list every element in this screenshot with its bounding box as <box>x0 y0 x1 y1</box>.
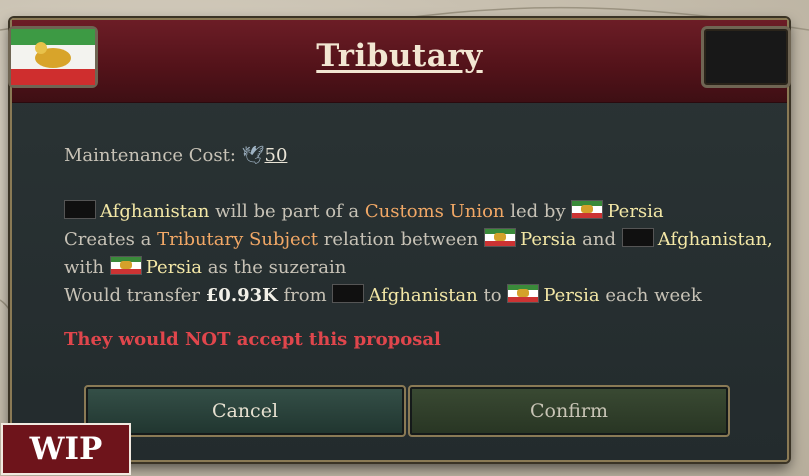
refusal-warning: They would NOT accept this proposal <box>64 329 441 350</box>
customs-union-line: Afghanistan will be part of a Customs Un… <box>64 198 747 226</box>
suzerain-line: with Persia as the suzerain <box>64 254 747 282</box>
afghanistan-flag-icon <box>332 284 365 303</box>
text: from <box>283 285 327 306</box>
text: each week <box>605 285 702 306</box>
dove-icon: 🕊 <box>241 145 265 166</box>
country-persia[interactable]: Persia <box>607 201 663 222</box>
text: Would transfer <box>64 285 201 306</box>
country-afghanistan[interactable]: Afghanistan <box>368 285 477 306</box>
persia-flag-icon <box>507 284 540 303</box>
country-persia[interactable]: Persia <box>146 257 202 278</box>
currency-icon: £ <box>205 285 219 306</box>
country-persia[interactable]: Persia <box>520 229 576 250</box>
relation-line: Creates a Tributary Subject relation bet… <box>64 226 773 254</box>
afghanistan-flag-icon <box>64 200 96 219</box>
dialog-body: Maintenance Cost: 🕊50 Afghanistan will b… <box>64 142 773 354</box>
text: led by <box>510 201 566 222</box>
country-afghanistan[interactable]: Afghanistan <box>100 201 209 222</box>
maintenance-label: Maintenance Cost: <box>64 145 236 166</box>
text: to <box>483 285 502 306</box>
cancel-button[interactable]: Cancel <box>84 385 406 437</box>
text: will be part of a <box>215 201 360 222</box>
confirm-button[interactable]: Confirm <box>408 385 730 437</box>
text: as the suzerain <box>207 257 347 278</box>
wip-badge: WIP <box>1 423 131 475</box>
text: and <box>582 229 616 250</box>
dialog-title: Tributary <box>316 38 483 74</box>
persia-flag-icon <box>8 26 98 88</box>
customs-union-link[interactable]: Customs Union <box>365 201 505 222</box>
text: with <box>64 257 104 278</box>
tributary-dialog: Tributary Maintenance Cost: 🕊50 Afghanis… <box>8 18 791 462</box>
dialog-header: Tributary <box>12 20 787 103</box>
maintenance-value[interactable]: 50 <box>265 145 288 166</box>
afghanistan-flag-icon <box>701 26 791 88</box>
country-afghanistan[interactable]: Afghanistan, <box>658 229 773 250</box>
persia-flag-icon <box>109 256 142 275</box>
tributary-subject-link[interactable]: Tributary Subject <box>157 229 318 250</box>
persia-flag-icon <box>571 200 604 219</box>
text: Creates a <box>64 229 152 250</box>
transfer-line: Would transfer £0.93K from Afghanistan t… <box>64 282 747 310</box>
transfer-amount: 0.93K <box>218 285 278 306</box>
maintenance-row: Maintenance Cost: 🕊50 <box>64 142 747 170</box>
country-persia[interactable]: Persia <box>543 285 599 306</box>
persia-flag-icon <box>484 228 517 247</box>
text: relation between <box>323 229 479 250</box>
afghanistan-flag-icon <box>621 228 654 247</box>
